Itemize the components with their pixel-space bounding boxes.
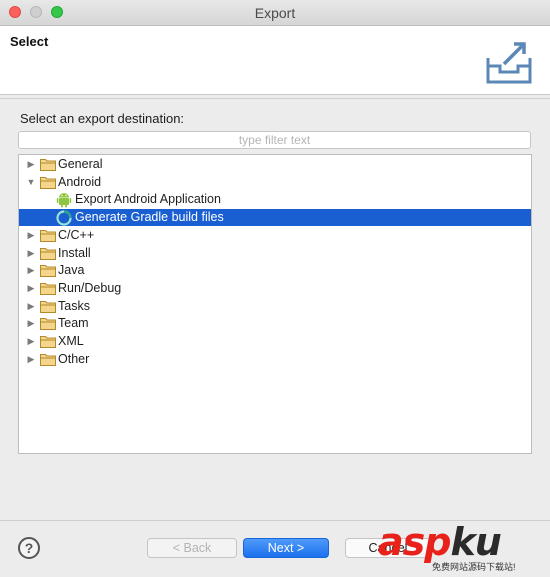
destination-tree[interactable]: ▶ General ▼ Android Export Android Applicati… [18,154,532,454]
tree-item-label: Java [58,263,85,278]
folder-icon [40,158,56,171]
tree-item-label: Other [58,351,90,366]
expand-arrow-icon[interactable]: ▶ [25,227,37,244]
tree-item-label: Export Android Application [75,192,221,207]
folder-icon [40,317,56,331]
expand-arrow-icon[interactable]: ▶ [25,333,37,350]
folder-icon [40,335,56,348]
tree-item[interactable]: ▶ Team [19,315,531,332]
folder-icon [40,229,56,242]
tree-item-label: Run/Debug [58,280,122,295]
expand-arrow-icon[interactable]: ▶ [25,245,37,262]
folder-icon [40,247,56,260]
next-button[interactable]: Next > [243,538,329,558]
tree-item[interactable]: ▶ Java [19,262,531,279]
tree-item[interactable]: ▶ XML [19,333,531,350]
expand-arrow-icon[interactable]: ▶ [25,315,37,332]
android-icon [56,191,72,208]
tree-item[interactable]: ▼ Android [19,174,531,191]
folder-icon [40,300,56,313]
cancel-button[interactable]: Cancel [345,538,431,558]
folder-icon [40,353,56,366]
tree-item-label: Generate Gradle build files [75,210,224,225]
tree-item[interactable]: ▶ General [19,156,531,173]
expand-arrow-icon[interactable]: ▶ [25,156,37,173]
tree-item-label: XML [58,334,84,348]
tree-item[interactable]: Export Android Application [19,191,531,208]
collapse-arrow-icon[interactable]: ▼ [25,174,37,191]
expand-arrow-icon[interactable]: ▶ [25,298,37,315]
tree-item[interactable]: ▶ Install [19,245,531,262]
tree-item[interactable]: ▶ Other [19,351,531,368]
wizard-header: Select [0,26,550,95]
filter-input[interactable] [18,131,531,149]
wizard-footer: ? < Back Next > Cancel [0,520,550,577]
folder-icon [40,176,56,189]
tree-item[interactable]: ▶ Tasks [19,298,531,315]
header-divider [0,98,550,99]
tree-item-label: Install [58,245,91,260]
gradle-icon [56,209,72,226]
page-title: Select [10,34,49,49]
back-button[interactable]: < Back [147,538,237,558]
tree-item-label: Tasks [58,298,90,313]
folder-icon [40,282,56,295]
expand-arrow-icon[interactable]: ▶ [25,262,37,279]
tree-item-label: Team [58,316,89,331]
folder-icon [40,264,56,278]
tree-item-label: C/C++ [58,227,95,242]
expand-arrow-icon[interactable]: ▶ [25,351,37,368]
destination-prompt: Select an export destination: [20,111,185,126]
window-title: Export [254,5,296,21]
help-button[interactable]: ? [18,537,40,559]
tree-item[interactable]: ▶ Run/Debug [19,280,531,297]
tree-item[interactable]: ▶ C/C++ [19,227,531,244]
export-icon [482,36,536,88]
tree-item[interactable]: Generate Gradle build files [19,209,531,227]
tree-item-label: Android [58,174,102,189]
expand-arrow-icon[interactable]: ▶ [25,280,37,297]
tree-item-label: General [58,157,103,171]
title-bar: Export [0,0,550,26]
